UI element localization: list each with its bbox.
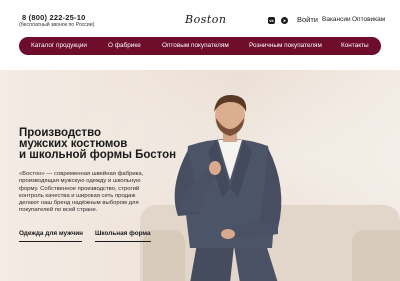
hero-description: «Бостон» — современная швейная фабрика, …: [19, 171, 159, 215]
main-nav: Каталог продукции О фабрике Оптовым поку…: [19, 37, 381, 55]
hero-title: Производство мужских костюмов и школьной…: [19, 127, 189, 161]
login-link[interactable]: Войти: [297, 15, 318, 24]
nav-item-retail[interactable]: Розничным покупателям: [249, 42, 322, 49]
nav-item-wholesale[interactable]: Оптовым покупателям: [162, 42, 229, 49]
vk-icon[interactable]: vk: [268, 17, 275, 24]
hero-model-image: [174, 94, 282, 281]
school-uniform-link[interactable]: Школьная форма: [95, 230, 151, 242]
wholesale-link[interactable]: Оптовикам: [352, 16, 385, 23]
phone-number[interactable]: 8 (800) 222-25-10: [22, 13, 85, 22]
telegram-icon[interactable]: ➤: [281, 17, 288, 24]
nav-item-catalog[interactable]: Каталог продукции: [31, 42, 87, 49]
mens-clothing-link[interactable]: Одежда для мужчин: [19, 230, 83, 242]
top-header: 8 (800) 222-25-10 (бесплатный звонок по …: [0, 0, 400, 38]
hero-description-line: форму. Собственное производство, строгий: [19, 185, 140, 192]
hero-title-line: и школьной формы Бостон: [19, 149, 177, 161]
brand-logo[interactable]: Boston: [185, 13, 226, 26]
vacancies-link[interactable]: Вакансии: [322, 16, 351, 23]
nav-item-contacts[interactable]: Контакты: [341, 42, 369, 49]
hero-description-line: производящая мужскую одежду и школьную: [19, 178, 141, 185]
nav-item-about[interactable]: О фабрике: [108, 42, 141, 49]
sofa-arm-right: [352, 230, 400, 281]
hero-description-line: контроль качества и широкая сеть продаж: [19, 192, 136, 199]
hero-banner: Производство мужских костюмов и школьной…: [0, 70, 400, 281]
hero-description-line: покупателей по всей стране.: [19, 207, 98, 214]
phone-note: (бесплатный звонок по России): [19, 22, 95, 28]
hero-description-line: «Бостон» — современная швейная фабрика,: [19, 171, 144, 177]
